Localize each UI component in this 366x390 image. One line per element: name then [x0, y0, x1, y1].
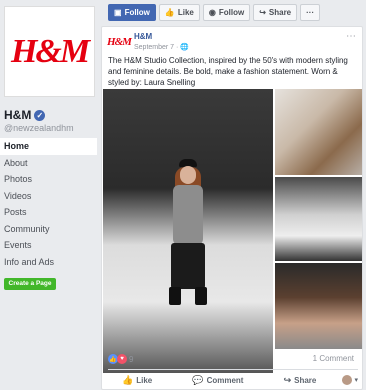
page-name-text[interactable]: H&M [4, 108, 31, 122]
comment-button[interactable]: 💬 Comment [178, 375, 257, 386]
share-page-label: Share [268, 8, 292, 17]
post-options-icon[interactable]: ⋯ [346, 31, 356, 42]
like-post-button[interactable]: 👍 Like [108, 375, 166, 386]
verified-badge-icon: ✓ [34, 109, 46, 121]
post-photo-3[interactable] [275, 177, 362, 261]
like-page-label: Like [177, 8, 194, 17]
share-post-button[interactable]: ↪ Share [270, 375, 331, 386]
rss-icon: ◉ [208, 8, 216, 17]
sidebar-item-info-and-ads[interactable]: Info and Ads [0, 254, 97, 271]
page-sidebar: H&M H&M ✓ @newzealandhm Home About Photo… [0, 0, 101, 390]
post-date-text: September 7 · [134, 44, 181, 51]
sidebar-item-events[interactable]: Events [0, 237, 97, 254]
thumbs-up-icon: 👍 [122, 374, 134, 385]
sidebar-item-about[interactable]: About [0, 155, 97, 172]
post-photo-2[interactable] [275, 89, 362, 175]
post-photo-main[interactable] [103, 89, 273, 373]
follow-label: Follow [218, 8, 245, 17]
sidebar-item-videos[interactable]: Videos [0, 188, 97, 205]
comment-count-link[interactable]: 1 Comment [313, 354, 354, 363]
post-card: H&M H&M September 7 · 🌐 ⋯ The H&M Studio… [101, 26, 363, 390]
share-icon: ↪ [283, 374, 292, 385]
follow-primary-button[interactable]: ▣ Follow [108, 4, 156, 21]
thumbs-up-icon: 👍 [164, 8, 175, 17]
reaction-summary[interactable]: 👍 ♥ 9 [108, 354, 133, 364]
model-figure [167, 159, 209, 309]
sidebar-item-photos[interactable]: Photos [0, 171, 97, 188]
sidebar-item-community[interactable]: Community [0, 221, 97, 238]
comment-icon: 💬 [192, 374, 204, 385]
post-body-text: The H&M Studio Collection, inspired by t… [108, 56, 348, 87]
post-header: H&M H&M September 7 · 🌐 ⋯ [107, 31, 358, 53]
like-post-label: Like [136, 375, 153, 385]
share-post-label: Share [294, 375, 317, 385]
like-page-button[interactable]: 👍 Like [158, 4, 200, 21]
actions-divider [108, 369, 358, 370]
hm-logo: H&M [10, 32, 90, 70]
share-icon: ↪ [259, 8, 266, 17]
post-actions: 👍 Like 💬 Comment ↪ Share ▾ [108, 371, 358, 389]
page-handle: @newzealandhm [4, 123, 74, 133]
post-photo-4[interactable] [275, 263, 362, 349]
post-avatar[interactable]: H&M [107, 31, 132, 53]
post-author[interactable]: H&M [134, 32, 152, 41]
follow-primary-label: Follow [124, 8, 150, 17]
love-reaction-icon: ♥ [117, 354, 127, 364]
page-name[interactable]: H&M ✓ [4, 108, 46, 122]
sidebar-item-home[interactable]: Home [0, 138, 97, 155]
chevron-down-icon: ▾ [354, 377, 358, 384]
viewer-avatar [342, 375, 353, 385]
more-options-button[interactable]: ··· [300, 4, 321, 21]
create-page-button[interactable]: Create a Page [4, 278, 56, 290]
post-as-selector[interactable]: ▾ [342, 375, 358, 385]
comment-label: Comment [206, 375, 244, 385]
profile-picture[interactable]: H&M [4, 6, 95, 97]
sidebar-nav: Home About Photos Videos Posts Community… [0, 138, 97, 270]
page-action-bar: ▣ Follow 👍 Like ◉ Follow ↪ Share ··· [108, 4, 321, 21]
sidebar-item-posts[interactable]: Posts [0, 204, 97, 221]
reaction-count: 9 [129, 354, 134, 364]
globe-icon: 🌐 [180, 44, 190, 51]
follow-icon: ▣ [114, 8, 122, 17]
follow-button[interactable]: ◉ Follow [202, 4, 251, 21]
post-timestamp[interactable]: September 7 · 🌐 [134, 43, 189, 51]
share-page-button[interactable]: ↪ Share [253, 4, 298, 21]
